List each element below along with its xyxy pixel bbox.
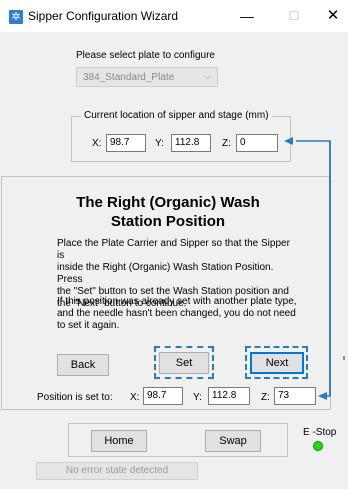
annotation-arrow-connector <box>296 140 331 397</box>
arrow-head-icon <box>284 137 293 145</box>
arrow-head-icon <box>318 392 327 400</box>
annotation-overlay <box>284 137 345 400</box>
